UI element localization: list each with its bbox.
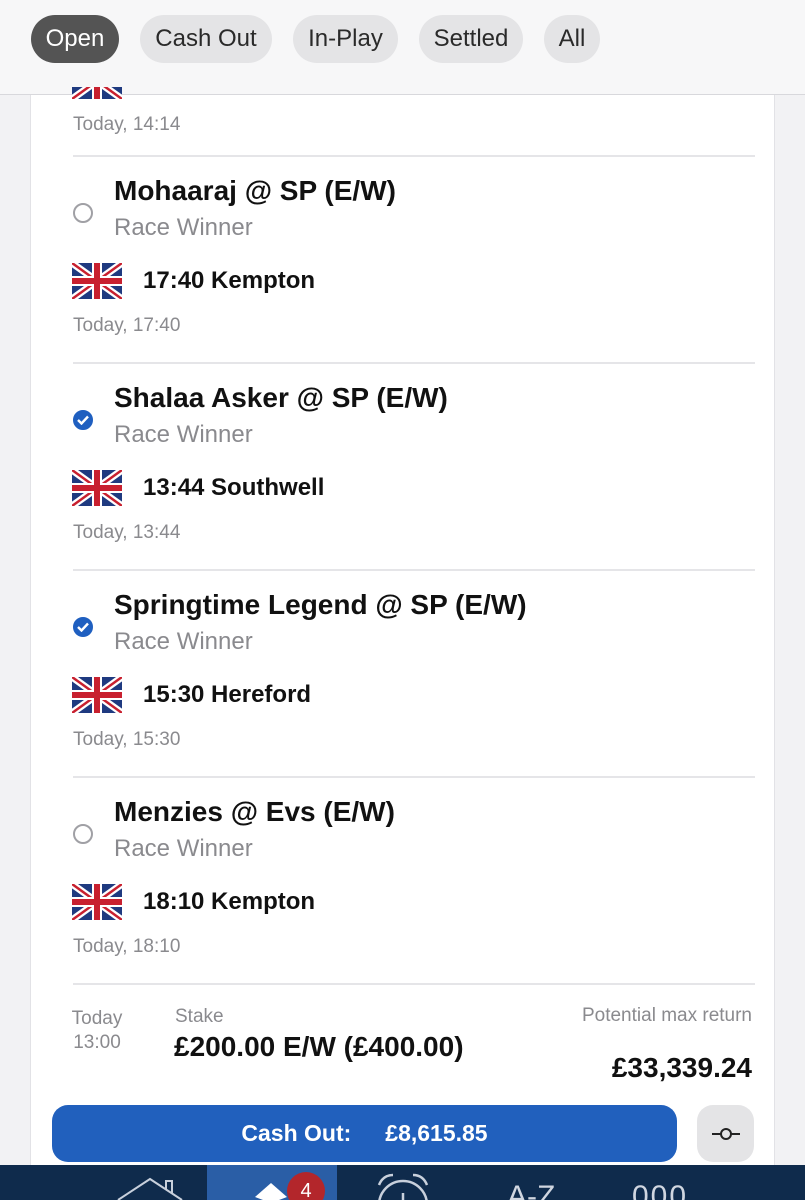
selection-title: Shalaa Asker @ SP (E/W) bbox=[114, 382, 448, 413]
cash-out-button[interactable]: Cash Out: £8,615.85 bbox=[52, 1105, 677, 1162]
selection-market: Race Winner bbox=[114, 421, 253, 448]
uk-flag-icon bbox=[69, 674, 125, 716]
nav-a-z-label: A-Z bbox=[507, 1180, 556, 1200]
cash-out-amount: £8,615.85 bbox=[385, 1120, 488, 1146]
selection-radio[interactable] bbox=[73, 824, 93, 844]
tab-settled[interactable]: Settled bbox=[419, 15, 523, 63]
potential-return-label: Potential max return bbox=[581, 1005, 752, 1026]
uk-flag-icon bbox=[69, 881, 125, 923]
uk-flag-icon bbox=[72, 87, 122, 99]
stake-label: Stake bbox=[175, 1006, 224, 1027]
selection-time: Today, 14:14 bbox=[73, 114, 181, 135]
nav-more-label: 000 bbox=[632, 1180, 689, 1200]
cash-out-label: Cash Out: bbox=[241, 1120, 352, 1146]
selection-radio[interactable] bbox=[73, 203, 93, 223]
nav-home[interactable] bbox=[110, 1165, 190, 1200]
tab-open[interactable]: Open bbox=[31, 15, 119, 63]
selection-item: Menzies @ Evs (E/W) Race Winner 18:10 Ke… bbox=[31, 778, 776, 978]
race-name: 13:44 Southwell bbox=[143, 474, 325, 501]
selection-radio[interactable] bbox=[73, 410, 93, 430]
selection-market: Race Winner bbox=[114, 214, 253, 241]
alarm-clock-icon bbox=[377, 1173, 429, 1200]
tab-in-play[interactable]: In-Play bbox=[293, 15, 398, 63]
selection-market: Race Winner bbox=[114, 835, 253, 862]
selection-title: Mohaaraj @ SP (E/W) bbox=[114, 175, 396, 206]
potential-return-value: £33,339.24 bbox=[611, 1052, 752, 1083]
stake-value: £200.00 E/W (£400.00) bbox=[174, 1031, 464, 1062]
home-icon bbox=[117, 1177, 183, 1200]
check-icon bbox=[77, 415, 89, 425]
selection-item: Mohaaraj @ SP (E/W) Race Winner 17:40 Ke… bbox=[31, 157, 776, 357]
tab-all[interactable]: All bbox=[544, 15, 600, 63]
selection-time: Today, 18:10 bbox=[73, 936, 181, 957]
bet-placed-date: Today 13:00 bbox=[71, 1008, 123, 1053]
slider-icon bbox=[711, 1127, 740, 1140]
divider bbox=[73, 983, 755, 985]
uk-flag-icon bbox=[69, 260, 125, 302]
selection-title: Menzies @ Evs (E/W) bbox=[114, 796, 395, 827]
selection-market: Race Winner bbox=[114, 628, 253, 655]
partial-cash-out-button[interactable] bbox=[697, 1105, 754, 1162]
selection-time: Today, 13:44 bbox=[73, 522, 181, 543]
selection-time: Today, 15:30 bbox=[73, 729, 181, 750]
check-icon bbox=[77, 622, 89, 632]
race-name: 18:10 Kempton bbox=[143, 888, 316, 915]
race-name: 17:40 Kempton bbox=[143, 267, 316, 294]
bet-filter-tabs: Open Cash Out In-Play Settled All bbox=[0, 0, 805, 95]
selection-radio[interactable] bbox=[73, 617, 93, 637]
bet-card: Today, 14:14 Mohaaraj @ SP (E/W) Race Wi… bbox=[30, 87, 776, 1165]
selection-title: Springtime Legend @ SP (E/W) bbox=[114, 589, 527, 620]
selection-item: Springtime Legend @ SP (E/W) Race Winner… bbox=[31, 571, 776, 771]
uk-flag-icon bbox=[69, 467, 125, 509]
nav-alerts[interactable] bbox=[365, 1165, 445, 1200]
selection-item: Shalaa Asker @ SP (E/W) Race Winner 13:4… bbox=[31, 364, 776, 564]
race-name: 15:30 Hereford bbox=[143, 681, 312, 708]
selection-time: Today, 17:40 bbox=[73, 315, 181, 336]
tab-cash-out[interactable]: Cash Out bbox=[140, 15, 272, 63]
